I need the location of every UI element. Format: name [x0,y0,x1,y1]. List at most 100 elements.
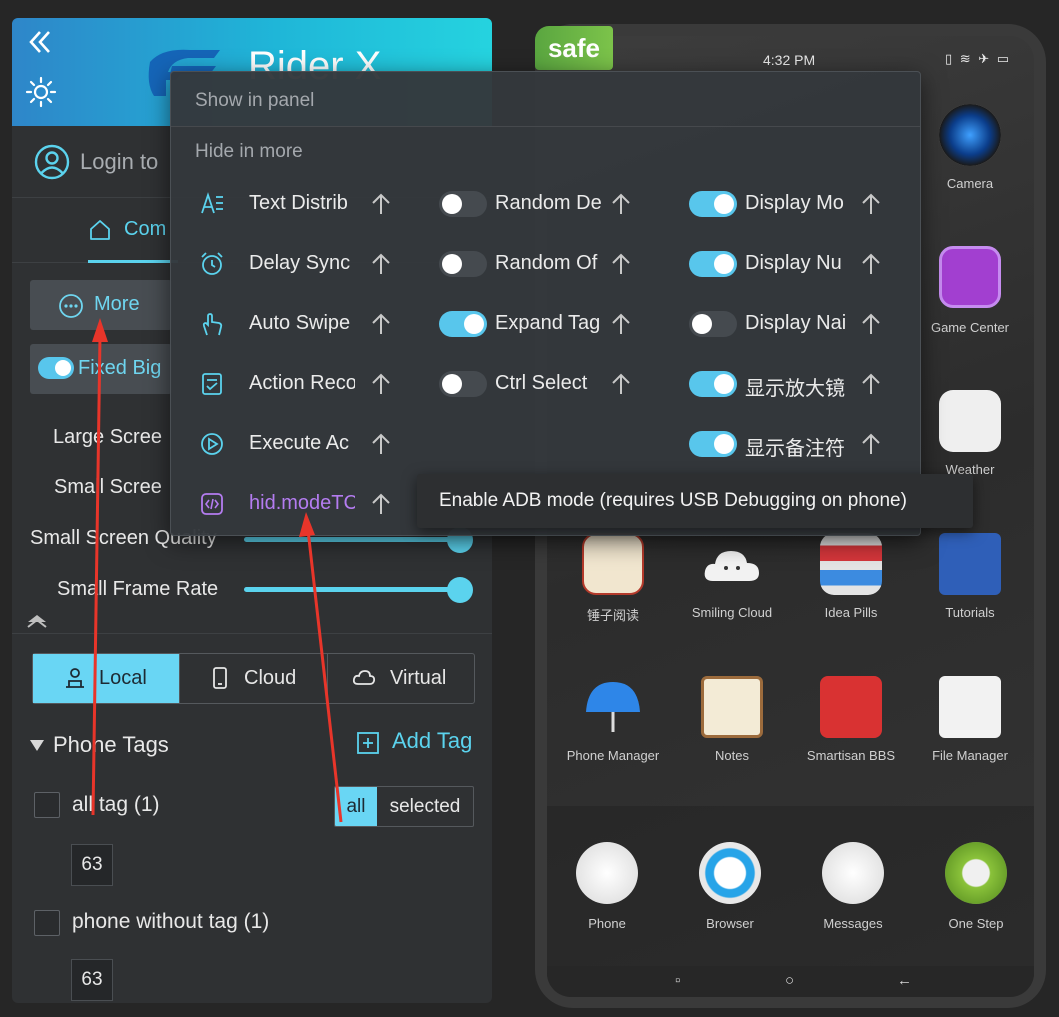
menu-item-label: 显示备注符 [745,438,845,460]
more-dots-icon [59,294,83,318]
fixed-big-toggle-button[interactable]: Fixed Big [30,344,172,394]
toggle-switch[interactable] [689,191,737,217]
move-up-arrow-icon[interactable] [369,371,393,397]
app-game-center[interactable]: Game Center [910,246,1030,335]
small-frame-rate-slider-track[interactable] [244,587,460,592]
menu-item-show-magnifier[interactable]: 显示放大镜 [689,364,919,404]
move-up-arrow-icon[interactable] [369,311,393,337]
app-tutorials[interactable]: Tutorials [910,533,1030,620]
move-up-arrow-icon[interactable] [609,251,633,277]
tab-cloud[interactable]: Cloud [180,654,328,703]
tab-local-label: Local [99,667,147,689]
app-label: Browser [706,916,754,931]
app-label: One Step [948,916,1004,931]
app-smiling-cloud[interactable]: Smiling Cloud [672,533,792,620]
menu-item-auto-swipe[interactable]: Auto Swipe [199,304,429,344]
double-chevron-left-icon[interactable] [26,28,54,56]
all-tag-checkbox[interactable] [34,792,60,818]
menu-item-show-note-marker[interactable]: 显示备注符 [689,424,919,464]
phone-without-tag-label: phone without tag (1) [72,910,270,933]
menu-item-expand-tag[interactable]: Expand Tag [439,304,669,344]
toggle-switch[interactable] [689,251,737,277]
move-up-arrow-icon[interactable] [859,431,883,457]
device-count-badge[interactable]: 63 [71,844,113,886]
app-camera[interactable]: Camera [910,104,1030,191]
checklist-icon [202,373,222,395]
toggle-switch[interactable] [439,371,487,397]
login-label[interactable]: Login to [80,149,158,175]
user-avatar-icon[interactable] [34,144,70,180]
menu-item-action-record[interactable]: Action Reco [199,364,429,404]
menu-item-random-delay[interactable]: Random De [439,184,669,224]
app-label: Smartisan BBS [806,748,896,763]
app-idea-pills[interactable]: Idea Pills [791,533,911,620]
back-arrow-icon[interactable]: ← [897,972,912,989]
app-phone[interactable]: Phone [547,842,667,931]
filter-selected-button[interactable]: selected [377,787,473,826]
phone-without-tag-checkbox[interactable] [34,910,60,936]
add-tag-button[interactable]: Add Tag [356,728,476,758]
move-up-arrow-icon[interactable] [369,251,393,277]
fixed-big-toggle[interactable] [38,357,74,379]
toggle-switch[interactable] [439,191,487,217]
small-screen-quality-slider-track[interactable] [244,537,460,542]
collapse-up-icon[interactable] [26,612,48,630]
menu-item-delay-sync[interactable]: Delay Sync [199,244,429,284]
toggle-switch[interactable] [689,371,737,397]
tutorials-book-icon [939,533,1001,595]
toggle-switch[interactable] [689,311,737,337]
move-up-arrow-icon[interactable] [609,371,633,397]
toggle-switch[interactable] [439,311,487,337]
menu-item-execute-action[interactable]: Execute Ac [199,424,429,464]
home-circle-icon[interactable]: ○ [785,972,794,989]
menu-item-random-offset[interactable]: Random Of [439,244,669,284]
app-label: Notes [715,748,749,763]
app-browser[interactable]: Browser [670,842,790,931]
tab-virtual[interactable]: Virtual [328,654,474,703]
move-up-arrow-icon[interactable] [859,251,883,277]
plus-square-icon [357,732,379,754]
move-up-arrow-icon[interactable] [369,191,393,217]
slider-label-large-screen: Large Scree [53,426,162,448]
move-up-arrow-icon[interactable] [609,191,633,217]
menu-item-hid-mode[interactable]: hid.modeTC [199,484,429,524]
tab-local[interactable]: Local [33,654,180,703]
app-label: Phone [588,916,626,931]
app-file-manager[interactable]: File Manager [910,676,1030,763]
game-center-icon [939,246,1001,308]
move-up-arrow-icon[interactable] [859,191,883,217]
more-button[interactable]: More [30,280,172,330]
menu-item-display-mode[interactable]: Display Mo [689,184,919,224]
move-up-arrow-icon[interactable] [369,491,393,517]
menu-item-text-distribute[interactable]: Text Distrib [199,184,429,224]
sun-icon[interactable] [25,76,57,108]
app-reader[interactable]: 锤子阅读 [553,533,673,623]
move-up-arrow-icon[interactable] [369,431,393,457]
status-time: 4:32 PM [763,52,816,68]
safe-badge: safe [535,26,613,70]
move-up-arrow-icon[interactable] [609,311,633,337]
toggle-switch[interactable] [689,431,737,457]
app-label: Tutorials [945,605,995,620]
app-smartisan-bbs[interactable]: Smartisan BBS [791,676,911,763]
app-notes[interactable]: Notes [672,676,792,763]
recent-apps-icon[interactable]: ▫ [675,972,680,989]
device-count-badge[interactable]: 63 [71,959,113,1001]
move-up-arrow-icon[interactable] [859,371,883,397]
divider [171,126,920,127]
toggle-switch[interactable] [439,251,487,277]
menu-item-ctrl-select[interactable]: Ctrl Select [439,364,669,404]
app-one-step[interactable]: One Step [916,842,1034,931]
more-button-label: More [94,293,140,315]
menu-item-display-name[interactable]: Display Nai [689,304,919,344]
app-messages[interactable]: Messages [793,842,913,931]
app-phone-manager[interactable]: Phone Manager [553,676,673,763]
menu-item-display-number[interactable]: Display Nu [689,244,919,284]
move-up-arrow-icon[interactable] [859,311,883,337]
expand-triangle-icon[interactable] [30,740,44,751]
app-weather[interactable]: Weather [910,390,1030,477]
small-frame-rate-slider-thumb[interactable] [447,577,473,603]
tab-common[interactable]: Com [88,199,178,263]
filter-all-button[interactable]: all [335,787,377,826]
adb-mode-tooltip: Enable ADB mode (requires USB Debugging … [417,474,973,528]
